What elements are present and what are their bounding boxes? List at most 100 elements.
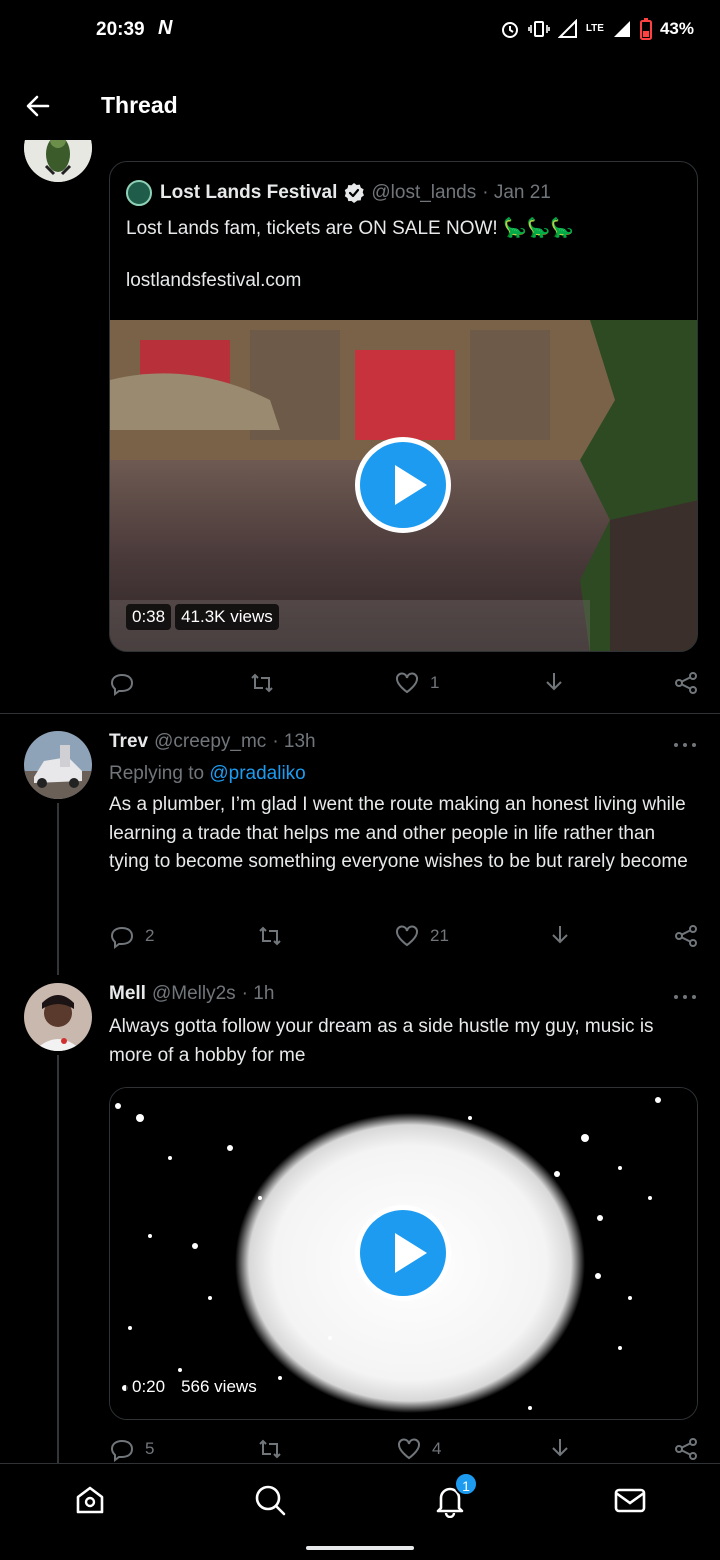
signal-icon: [557, 19, 577, 38]
reply-icon: [110, 1439, 134, 1462]
battery-level: 43%: [659, 19, 694, 38]
tweet-text: As a plumber, I’m glad I went the route …: [109, 794, 688, 872]
video-info: 0:20 566 views: [126, 1374, 263, 1400]
nav-search[interactable]: [252, 1482, 288, 1518]
tweet-text: Always gotta follow your dream as a side…: [109, 1016, 654, 1066]
reply-icon: [110, 673, 134, 696]
tweet-time: · 13h: [272, 731, 316, 752]
tweet-time: · 1h: [241, 983, 275, 1004]
tweet-actions: 5 4: [109, 1436, 699, 1466]
replying-to: Replying to @pradaliko: [109, 763, 306, 785]
quoted-tweet-card[interactable]: Lost Lands Festival @lost_lands · Jan 21…: [109, 161, 698, 652]
thread-line: [57, 1055, 59, 1463]
status-time: 20:39: [96, 19, 145, 40]
mail-icon: [614, 1488, 646, 1513]
tweet-actions: 1: [109, 670, 699, 700]
like-button[interactable]: 21: [394, 923, 449, 949]
video-views: 41.3K views: [175, 604, 279, 630]
quoted-tweet-link[interactable]: lostlandsfestival.com: [126, 270, 301, 292]
play-button[interactable]: [355, 1205, 451, 1301]
network-type: LTE: [585, 23, 604, 34]
reply-button[interactable]: [109, 670, 135, 696]
share-icon: [675, 1438, 697, 1460]
thread-header: Thread: [0, 72, 720, 140]
video-views: 566 views: [175, 1374, 263, 1400]
download-button[interactable]: [547, 923, 573, 949]
home-indicator[interactable]: [306, 1546, 414, 1550]
author-handle: @Melly2s: [151, 983, 236, 1004]
like-button[interactable]: 1: [394, 670, 439, 696]
lost-lands-logo-icon: [126, 180, 152, 206]
quoted-tweet-header: Lost Lands Festival @lost_lands · Jan 21: [126, 180, 551, 206]
quoted-author-handle: @lost_lands: [371, 182, 477, 203]
replying-prefix: Replying to: [109, 763, 210, 784]
download-button[interactable]: [547, 1436, 573, 1462]
download-icon: [552, 1439, 568, 1457]
reply-icon: [110, 926, 134, 949]
nav-messages[interactable]: [612, 1482, 648, 1518]
verified-badge-icon: [345, 183, 365, 203]
reply-count: 5: [145, 1439, 155, 1458]
reply-button[interactable]: 2: [109, 923, 154, 949]
quoted-author-name: Lost Lands Festival: [160, 182, 338, 203]
like-count: 21: [430, 926, 449, 945]
page-title: Thread: [101, 92, 178, 118]
tweet-header: Mell @Melly2s · 1h: [109, 983, 274, 1005]
thread-line: [57, 803, 59, 975]
avatar[interactable]: [24, 983, 92, 1051]
divider: [0, 713, 720, 714]
heart-icon: [398, 1438, 420, 1460]
like-button[interactable]: 4: [396, 1436, 441, 1462]
carrier-icon: N: [158, 17, 173, 39]
mention-link[interactable]: @pradaliko: [209, 763, 305, 784]
status-icons: LTE 43%: [500, 18, 694, 40]
search-icon: [255, 1485, 286, 1516]
more-options-icon[interactable]: [674, 993, 696, 1001]
like-count: 1: [430, 673, 440, 692]
signal-icon-2: [613, 21, 630, 37]
retweet-button[interactable]: [249, 670, 275, 696]
share-icon: [675, 925, 697, 947]
status-bar: 20:39 N LTE 43%: [0, 0, 720, 60]
play-button[interactable]: [355, 437, 451, 533]
avatar-image: [24, 983, 92, 1051]
nav-home[interactable]: [72, 1482, 108, 1518]
download-button[interactable]: [541, 670, 567, 696]
nav-notifications[interactable]: 1: [432, 1472, 478, 1519]
arrow-left-icon[interactable]: [24, 92, 52, 120]
alarm-icon: [501, 22, 518, 38]
tweet-actions: 2 21: [109, 923, 699, 953]
heart-icon: [396, 672, 418, 694]
video-info: 0:38 41.3K views: [126, 604, 279, 630]
retweet-button[interactable]: [257, 1436, 283, 1462]
home-icon: [76, 1486, 104, 1514]
retweet-icon: [259, 926, 281, 946]
author-name[interactable]: Mell: [109, 983, 146, 1005]
share-button[interactable]: [673, 670, 699, 696]
heart-icon: [396, 925, 418, 947]
author-handle: @creepy_mc: [154, 731, 267, 752]
share-button[interactable]: [673, 1436, 699, 1462]
retweet-icon: [259, 1439, 281, 1459]
download-icon: [552, 926, 568, 944]
download-icon: [546, 673, 562, 691]
battery-icon: [639, 18, 652, 40]
like-count: 4: [432, 1439, 442, 1458]
quoted-tweet-text: Lost Lands fam, tickets are ON SALE NOW!…: [126, 218, 574, 239]
reply-count: 2: [145, 926, 155, 945]
notification-badge: 1: [454, 1472, 478, 1496]
share-button[interactable]: [673, 923, 699, 949]
retweet-icon: [251, 673, 273, 693]
author-name[interactable]: Trev: [109, 731, 148, 753]
reply-button[interactable]: 5: [109, 1436, 154, 1462]
retweet-button[interactable]: [257, 923, 283, 949]
avatar[interactable]: [24, 731, 92, 799]
video-thumbnail[interactable]: 0:38 41.3K views: [110, 320, 697, 651]
vibrate-icon: [528, 21, 550, 37]
video-duration: 0:20: [126, 1374, 172, 1400]
tweet-header: Trev @creepy_mc · 13h: [109, 731, 316, 753]
more-options-icon[interactable]: [674, 741, 696, 749]
avatar-image: [24, 731, 92, 799]
video-duration: 0:38: [126, 604, 172, 630]
video-thumbnail[interactable]: 0:20 566 views: [109, 1087, 698, 1420]
